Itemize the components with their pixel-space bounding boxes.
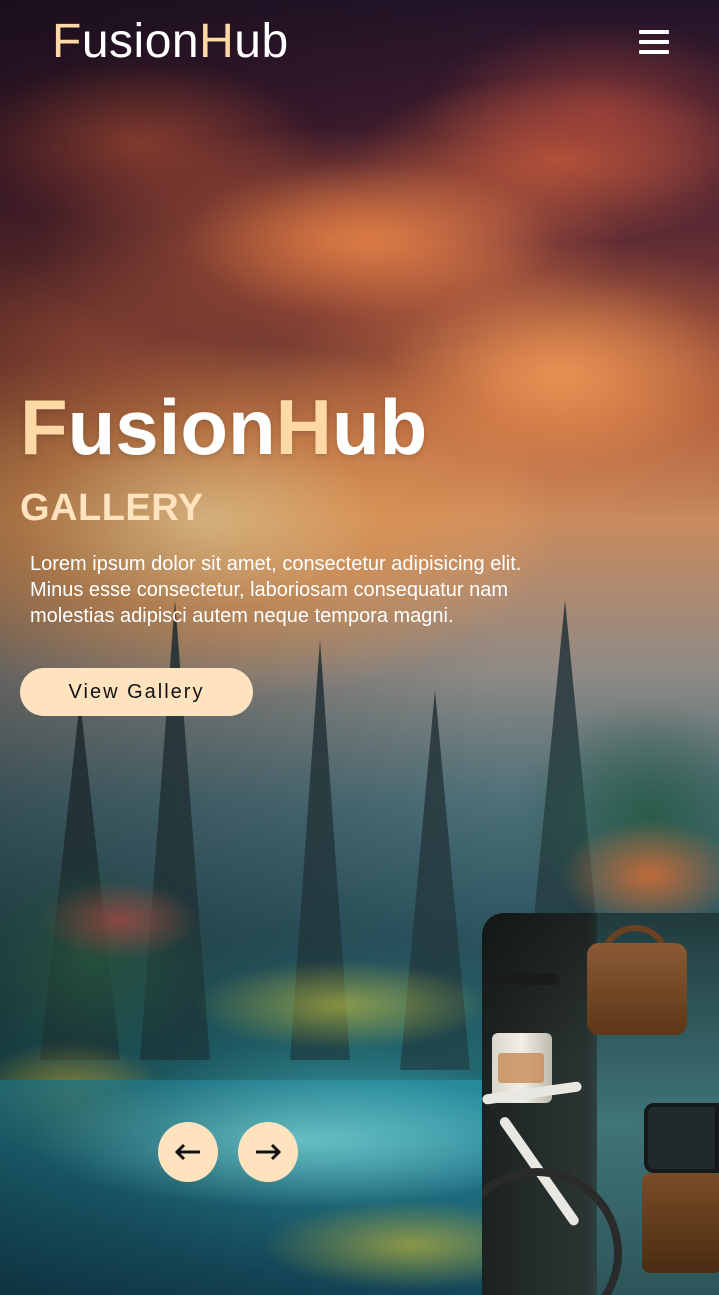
logo-text-ub: ub: [234, 15, 289, 68]
hero-title-initial-f: F: [20, 383, 68, 471]
hero-title: FusionHub: [20, 388, 427, 466]
logo-text-usion: usion: [81, 15, 200, 68]
next-slide-button[interactable]: [238, 1122, 298, 1182]
menu-bar-bottom: [639, 50, 669, 54]
menu-bar-middle: [639, 40, 669, 44]
leather-bag: [587, 943, 687, 1035]
view-gallery-button[interactable]: View Gallery: [20, 668, 253, 716]
hero-title-text-usion: usion: [67, 383, 276, 471]
bicycle-handlebar: [490, 973, 560, 985]
hero-subtitle: GALLERY: [20, 487, 204, 529]
carousel-slide-preview[interactable]: [482, 913, 719, 1295]
can-label: [498, 1053, 544, 1083]
site-header: FusionHub: [0, 0, 719, 84]
arrow-left-icon: [175, 1143, 200, 1161]
suitcase: [644, 1103, 719, 1173]
leather-basket: [642, 1173, 719, 1273]
menu-bar-top: [639, 30, 669, 34]
hero-title-text-ub: ub: [332, 383, 428, 471]
arrow-right-icon: [256, 1143, 281, 1161]
logo[interactable]: FusionHub: [52, 18, 289, 66]
previous-slide-button[interactable]: [158, 1122, 218, 1182]
logo-initial-f: F: [52, 15, 82, 68]
hamburger-menu-icon[interactable]: [639, 30, 669, 54]
hero-title-initial-h: H: [275, 383, 332, 471]
hero-description: Lorem ipsum dolor sit amet, consectetur …: [30, 553, 522, 627]
logo-initial-h: H: [199, 15, 235, 68]
